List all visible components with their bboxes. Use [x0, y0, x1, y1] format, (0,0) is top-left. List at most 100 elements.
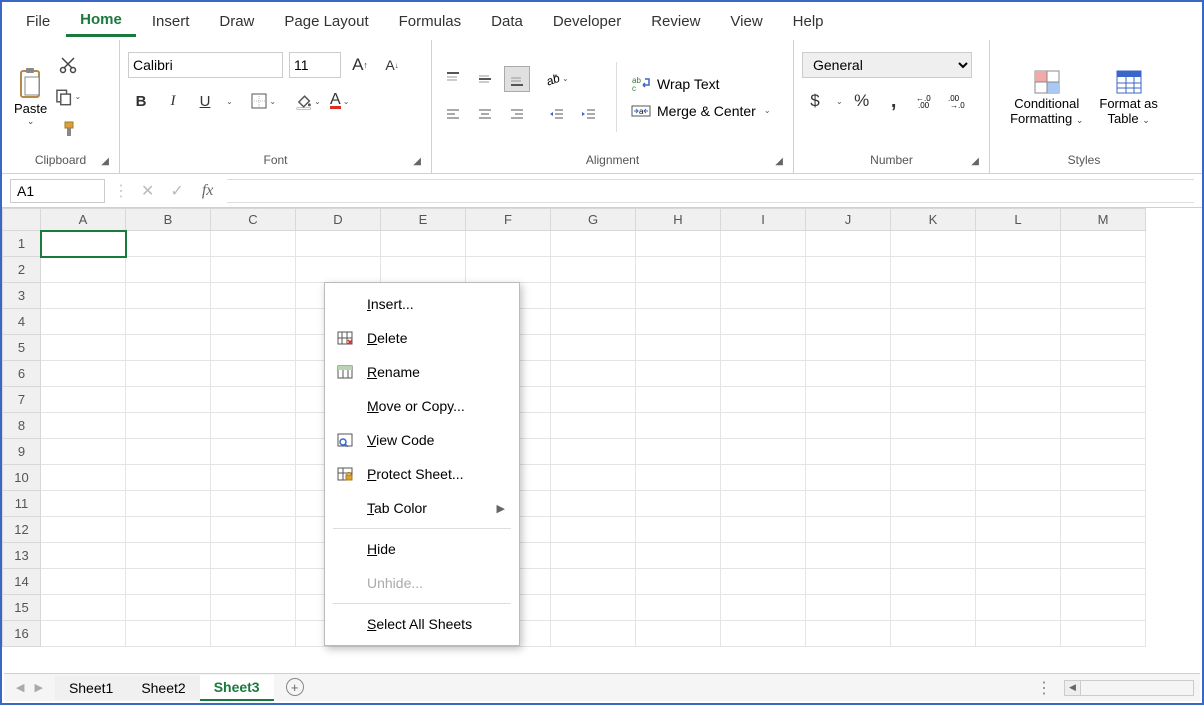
cell[interactable] [721, 231, 806, 257]
cell[interactable] [211, 413, 296, 439]
cell[interactable] [891, 309, 976, 335]
cell[interactable] [976, 621, 1061, 647]
cell[interactable] [1061, 257, 1146, 283]
cell[interactable] [1061, 361, 1146, 387]
font-launcher-icon[interactable]: ◢ [413, 156, 421, 167]
cell[interactable] [211, 335, 296, 361]
cell[interactable] [636, 413, 721, 439]
cell[interactable] [41, 257, 126, 283]
cell[interactable] [806, 439, 891, 465]
new-sheet-button[interactable]: + [274, 678, 316, 697]
cell[interactable] [891, 543, 976, 569]
cell[interactable] [806, 257, 891, 283]
cell[interactable] [976, 543, 1061, 569]
cell[interactable] [211, 257, 296, 283]
align-right-button[interactable] [504, 102, 530, 128]
cell[interactable] [381, 231, 466, 257]
row-header[interactable]: 6 [3, 361, 41, 387]
font-size-select[interactable] [289, 52, 341, 78]
row-header[interactable]: 14 [3, 569, 41, 595]
row-header[interactable]: 13 [3, 543, 41, 569]
format-as-table-button[interactable]: Format as Table ⌄ [1095, 66, 1162, 128]
cell[interactable] [126, 595, 211, 621]
cell[interactable] [211, 517, 296, 543]
row-header[interactable]: 3 [3, 283, 41, 309]
row-header[interactable]: 12 [3, 517, 41, 543]
ctx-select-all-sheets[interactable]: Select All Sheets [325, 607, 519, 641]
col-header[interactable]: E [381, 209, 466, 231]
col-header[interactable]: A [41, 209, 126, 231]
cell[interactable] [891, 413, 976, 439]
col-header[interactable]: K [891, 209, 976, 231]
cell[interactable] [126, 309, 211, 335]
cell[interactable] [806, 309, 891, 335]
cell[interactable] [41, 413, 126, 439]
cell[interactable] [551, 595, 636, 621]
cell[interactable] [126, 387, 211, 413]
cell[interactable] [551, 257, 636, 283]
wrap-text-button[interactable]: abc Wrap Text [631, 75, 771, 93]
ctx-rename[interactable]: Rename [325, 355, 519, 389]
cell[interactable] [126, 621, 211, 647]
cell[interactable] [891, 335, 976, 361]
cell[interactable] [551, 387, 636, 413]
horizontal-scrollbar[interactable]: ◀ [1064, 680, 1194, 696]
row-header[interactable]: 10 [3, 465, 41, 491]
cell[interactable] [636, 283, 721, 309]
cell[interactable] [891, 595, 976, 621]
cell[interactable] [1061, 387, 1146, 413]
align-left-button[interactable] [440, 102, 466, 128]
cell[interactable] [126, 231, 211, 257]
cell[interactable] [721, 543, 806, 569]
cell[interactable] [806, 361, 891, 387]
cell[interactable] [41, 595, 126, 621]
cell[interactable] [126, 465, 211, 491]
cell[interactable] [976, 491, 1061, 517]
align-center-button[interactable] [472, 102, 498, 128]
cell[interactable] [721, 465, 806, 491]
fx-button[interactable]: fx [196, 182, 220, 200]
cell[interactable] [976, 283, 1061, 309]
bold-button[interactable]: B [128, 88, 154, 114]
tab-next-button[interactable]: ▶ [34, 681, 42, 694]
row-header[interactable]: 16 [3, 621, 41, 647]
ctx-delete[interactable]: Delete [325, 321, 519, 355]
cell[interactable] [976, 595, 1061, 621]
cell[interactable] [976, 413, 1061, 439]
cell[interactable] [41, 517, 126, 543]
cell[interactable] [721, 387, 806, 413]
cell[interactable] [636, 387, 721, 413]
cell[interactable] [891, 491, 976, 517]
cell[interactable] [976, 361, 1061, 387]
menu-file[interactable]: File [12, 7, 64, 36]
cell[interactable] [551, 309, 636, 335]
formula-input[interactable] [227, 179, 1194, 203]
cell[interactable] [721, 413, 806, 439]
cell[interactable] [806, 517, 891, 543]
cell[interactable] [551, 439, 636, 465]
cell[interactable] [1061, 621, 1146, 647]
cell[interactable] [636, 491, 721, 517]
menu-review[interactable]: Review [637, 7, 714, 36]
cell[interactable] [976, 309, 1061, 335]
cell[interactable] [721, 309, 806, 335]
cell[interactable] [891, 283, 976, 309]
cell[interactable] [1061, 309, 1146, 335]
cell[interactable] [126, 413, 211, 439]
cell[interactable] [636, 569, 721, 595]
copy-button[interactable]: ⌄ [55, 84, 81, 110]
cell[interactable] [41, 361, 126, 387]
col-header[interactable]: C [211, 209, 296, 231]
cell[interactable] [806, 283, 891, 309]
cell[interactable] [976, 387, 1061, 413]
cell[interactable] [551, 543, 636, 569]
currency-button[interactable]: $ [802, 88, 828, 114]
cell[interactable] [466, 257, 551, 283]
cell[interactable] [721, 595, 806, 621]
cell[interactable] [41, 283, 126, 309]
row-header[interactable]: 2 [3, 257, 41, 283]
percent-button[interactable]: % [849, 88, 875, 114]
cell[interactable] [551, 621, 636, 647]
cell[interactable] [126, 517, 211, 543]
cell[interactable] [41, 491, 126, 517]
